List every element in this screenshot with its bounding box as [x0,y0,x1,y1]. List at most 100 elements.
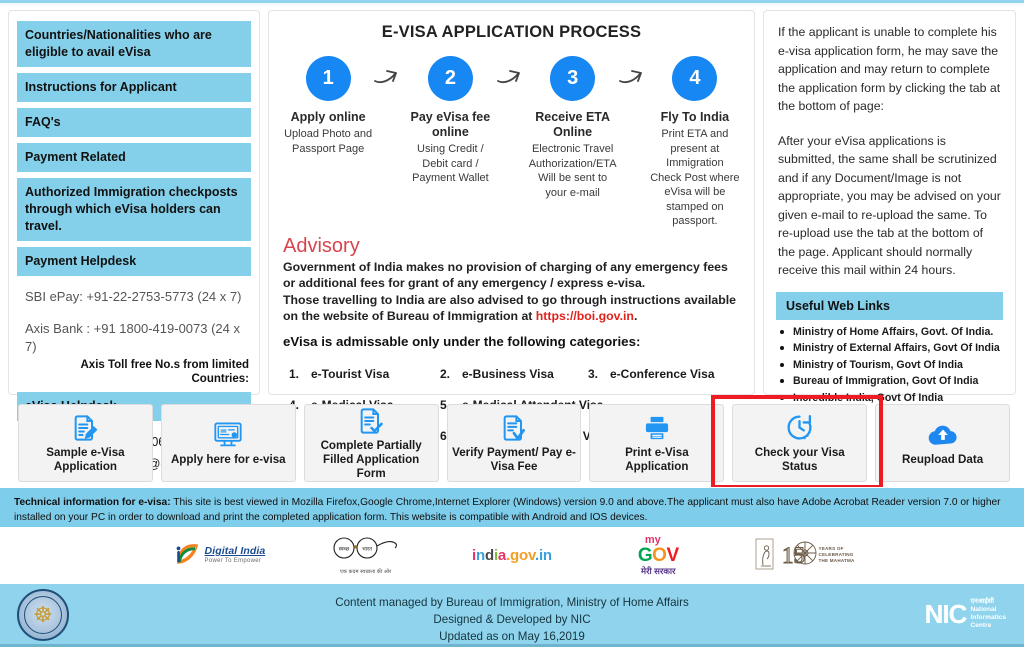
step-title: Apply online [290,110,366,124]
action-label: Verify Payment/ Pay e-Visa Fee [452,445,576,473]
axis-toll-free-note: Axis Toll free No.s from limited Countri… [80,359,250,385]
nic-line-2: Informatics [970,614,1006,621]
action-label: Complete Partially Filled Application Fo… [320,438,422,480]
document-check-icon [357,406,385,436]
nic-abbreviation: NIC [924,599,968,629]
useful-web-links-list: Ministry of Home Affairs, Govt. Of India… [776,324,1003,407]
axis-bank-contact: Axis Bank : +91 1800-419-0073 (24 x 7) [25,321,241,354]
step-number-badge: 3 [550,56,596,101]
advisory-para2-pre: Those travelling to India are also advis… [283,292,737,324]
svg-text:भारत: भारत [362,547,373,553]
spectacles-icon: स्वच्छ भारत [333,537,397,559]
evisa-portal-page: Countries/Nationalities who are eligible… [0,0,1024,647]
process-step-2: 2 Pay eVisa fee online Using Credit / De… [405,56,495,186]
process-title: E-VISA APPLICATION PROCESS [381,23,642,41]
nic-logo[interactable]: NIC एनआईसी National Informatics Centre [925,598,1006,630]
advisory-subheading: eVisa is admissable only under the follo… [283,333,641,349]
visa-category-3: 3. e-Conference Visa [588,366,715,381]
visa-category-1: 1. e-Tourist Visa [289,366,390,381]
process-step-4: 4 Fly To India Print ETA and present at … [650,56,740,229]
sidebar-item-payment-related[interactable]: Payment Related [17,143,251,172]
complete-partially-filled-form-button[interactable]: Complete Partially Filled Application Fo… [303,404,439,482]
advisory-heading: Advisory [283,234,360,257]
step-title: Pay eVisa fee online [410,110,491,139]
mygov-logo[interactable]: my GOV मेरी सरकार [585,534,731,576]
nic-hindi: एनआईसी [970,598,994,605]
clock-refresh-icon [785,413,814,443]
mygov-gov-text: GOV [637,544,679,566]
digital-india-logo[interactable]: Digital India Power To Empower [146,542,292,568]
step-description: Upload Photo and Passport Page [284,128,373,155]
process-step-1: 1 Apply online Upload Photo and Passport… [283,56,373,156]
center-content-panel: E-VISA APPLICATION PROCESS 1 Apply onlin… [268,10,755,443]
arrow-right-icon [496,56,528,93]
partner-logos-strip: Digital India Power To Empower स्वच्छ भा… [0,527,1024,583]
step-number-badge: 4 [672,56,718,101]
web-link-tourism[interactable]: Ministry of Tourism, Govt Of India [776,357,1003,374]
nic-line-3: Centre [970,622,992,629]
document-check-down-icon [500,413,528,443]
apply-here-for-evisa-button[interactable]: Apply here for e-visa [160,404,296,482]
sample-evisa-application-button[interactable]: Sample e-Visa Application [18,404,153,482]
action-label: Check your Visa Status [754,445,845,473]
sidebar-item-payment-helpdesk[interactable]: Payment Helpdesk [17,247,251,276]
g150-caption-3: THE MAHATMA [818,558,855,563]
boi-website-link[interactable]: https://boi.gov.in [536,309,634,323]
reupload-data-button[interactable]: Reupload Data [875,404,1011,482]
digital-india-mark-icon [174,542,200,568]
advisory-paragraph-2: Those travelling to India are also advis… [283,292,740,325]
svg-text:स्वच्छ: स्वच्छ [338,547,349,553]
sbi-epay-contact: SBI ePay: +91-22-2753-5773 (24 x 7) [25,289,242,304]
nic-line-1: National [970,606,997,613]
gandhi-150-icon: 15 [755,538,816,570]
action-button-row: Sample e-Visa Application Apply here for… [18,404,1011,482]
print-evisa-application-button[interactable]: Print e-Visa Application [589,404,725,482]
cloud-upload-icon [927,420,959,450]
check-visa-status-button[interactable]: Check your Visa Status [732,404,868,482]
india-gov-logo[interactable]: india.gov.in [439,547,585,564]
useful-web-links-header: Useful Web Links [776,291,1003,320]
advisory-paragraph-1: Government of India makes no provision o… [283,259,728,291]
monitor-form-icon [213,420,243,450]
action-label: Sample e-Visa Application [46,445,125,473]
swachh-bharat-caption: एक कदम स्वच्छता की ओर [340,569,392,575]
sidebar-item-eligible-countries[interactable]: Countries/Nationalities who are eligible… [17,21,251,67]
india-gov-wordmark: india.gov.in [472,546,552,564]
swachh-bharat-logo[interactable]: स्वच्छ भारत एक कदम स्वच्छता की ओर [293,535,439,575]
web-link-mha[interactable]: Ministry of Home Affairs, Govt. Of India… [776,324,1003,341]
gandhi-150-logo[interactable]: 15 YEARS OF CELEBRATING THE MAHATMA [731,538,877,572]
step-number-badge: 2 [427,56,473,101]
step-description: Electronic Travel Authorization/ETA Will… [528,143,617,199]
sidebar-item-checkposts[interactable]: Authorized Immigration checkposts throug… [17,178,251,241]
sidebar-item-faqs[interactable]: FAQ's [17,108,251,137]
right-panel-paragraph-2: After your eVisa applications is submitt… [778,133,1001,278]
document-pen-icon [71,413,99,443]
digital-india-title: Digital India [204,545,266,558]
web-link-boi[interactable]: Bureau of Immigration, Govt Of India [776,373,1003,390]
left-sidebar-panel: Countries/Nationalities who are eligible… [8,10,260,477]
step-description: Print ETA and present at Immigration Che… [650,128,740,227]
web-link-mea[interactable]: Ministry of External Affairs, Govt Of In… [776,340,1003,357]
step-description: Using Credit / Debit card / Payment Wall… [412,143,489,184]
process-step-3: 3 Receive ETA Online Electronic Travel A… [528,56,618,200]
printer-icon [642,413,672,443]
visa-category-2: 2. e-Business Visa [440,366,554,381]
footer-credits: Content managed by Bureau of Immigration… [0,594,1024,645]
verify-payment-button[interactable]: Verify Payment/ Pay e-Visa Fee [446,404,582,482]
step-title: Fly To India [660,110,730,124]
footer-line-3: Updated as on May 16,2019 [439,630,585,643]
action-label: Print e-Visa Application [625,445,689,473]
footer-line-1: Content managed by Bureau of Immigration… [335,596,689,609]
step-number-badge: 1 [305,56,351,101]
advisory-para2-post: . [633,309,638,323]
action-label: Reupload Data [902,452,984,466]
right-panel-paragraph-1: If the applicant is unable to complete h… [778,25,1001,113]
right-info-panel: If the applicant is unable to complete h… [763,10,1016,404]
action-label: Apply here for e-visa [170,452,286,466]
sidebar-item-instructions[interactable]: Instructions for Applicant [17,73,251,102]
technical-info-label: Technical information for e-visa: [14,497,171,508]
arrow-right-icon [373,56,405,93]
page-footer: ☸ Content managed by Bureau of Immigrati… [0,583,1024,647]
footer-line-2: Designed & Developed by NIC [433,613,591,626]
step-title: Receive ETA Online [535,110,611,139]
